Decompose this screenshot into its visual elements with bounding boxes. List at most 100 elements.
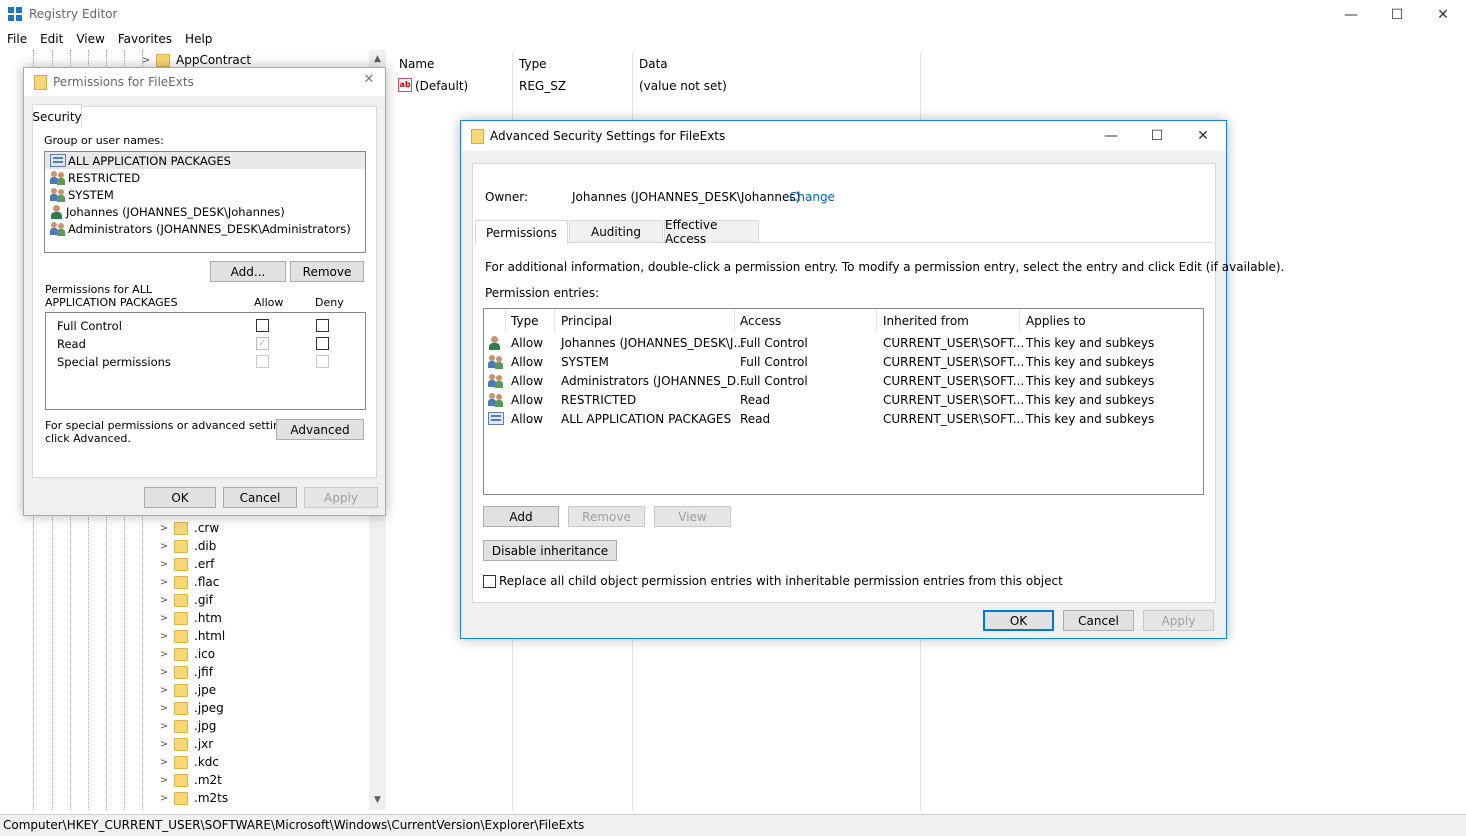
deny-checkbox[interactable]: [316, 337, 329, 350]
tree-item[interactable]: > .html: [158, 627, 228, 645]
tree-item[interactable]: > .jxr: [158, 735, 228, 753]
principal-item[interactable]: Administrators (JOHANNES_DESK\Administra…: [45, 220, 365, 237]
chevron-right-icon[interactable]: >: [158, 703, 170, 714]
chevron-right-icon[interactable]: >: [158, 595, 170, 606]
column-data[interactable]: Data: [639, 57, 668, 71]
maximize-button[interactable]: ☐: [1134, 121, 1180, 151]
chevron-right-icon[interactable]: >: [158, 631, 170, 642]
tree-item[interactable]: > .kdc: [158, 753, 228, 771]
entries-label: Permission entries:: [485, 286, 600, 300]
column-applies-to[interactable]: Applies to: [1026, 314, 1086, 328]
tree-item[interactable]: > .jfif: [158, 663, 228, 681]
cancel-button[interactable]: Cancel: [223, 487, 297, 508]
permission-entry-row[interactable]: Allow Administrators (JOHANNES_D... Full C…: [484, 372, 1202, 391]
minimize-button[interactable]: —: [1328, 0, 1374, 30]
view-entry-button[interactable]: View: [654, 506, 731, 527]
tree-item[interactable]: > .flac: [158, 573, 228, 591]
chevron-right-icon[interactable]: >: [158, 685, 170, 696]
remove-entry-button[interactable]: Remove: [568, 506, 645, 527]
chevron-right-icon[interactable]: >: [158, 739, 170, 750]
menu-favorites[interactable]: Favorites: [118, 30, 179, 50]
entry-access: Full Control: [740, 336, 808, 350]
principal-item[interactable]: Johannes (JOHANNES_DESK\Johannes): [45, 203, 365, 220]
menu-file[interactable]: File: [7, 30, 34, 50]
apply-button[interactable]: Apply: [1143, 610, 1214, 631]
tree-item[interactable]: > .jpeg: [158, 699, 228, 717]
tree-item[interactable]: > .m2ts: [158, 789, 228, 807]
ok-button[interactable]: OK: [983, 610, 1054, 631]
tab-permissions[interactable]: Permissions: [475, 220, 568, 244]
advanced-button[interactable]: Advanced: [276, 419, 364, 440]
column-access[interactable]: Access: [740, 314, 781, 328]
column-name[interactable]: Name: [399, 57, 434, 71]
cancel-button[interactable]: Cancel: [1063, 610, 1134, 631]
tree-item[interactable]: > .dib: [158, 537, 228, 555]
permission-entry-row[interactable]: Allow RESTRICTED Read CURRENT_USER\SOFT... T…: [484, 391, 1202, 410]
tab-auditing[interactable]: Auditing: [569, 220, 663, 242]
chevron-right-icon[interactable]: >: [158, 649, 170, 660]
tree-item[interactable]: > .jpe: [158, 681, 228, 699]
chevron-right-icon[interactable]: >: [158, 775, 170, 786]
principals-items: ALL APPLICATION PACKAGES RESTRICTED SYSTEM…: [45, 152, 365, 237]
chevron-right-icon[interactable]: >: [158, 559, 170, 570]
allow-checkbox[interactable]: [256, 355, 269, 368]
deny-checkbox[interactable]: [316, 319, 329, 332]
chevron-right-icon[interactable]: >: [158, 613, 170, 624]
maximize-button[interactable]: ☐: [1374, 0, 1420, 30]
permission-entry-row[interactable]: Allow Johannes (JOHANNES_DESK\J... Full Co…: [484, 334, 1202, 353]
permission-entry-row[interactable]: Allow ALL APPLICATION PACKAGES Read CURRENT…: [484, 410, 1202, 429]
chevron-right-icon[interactable]: >: [158, 721, 170, 732]
menu-edit[interactable]: Edit: [40, 30, 70, 50]
principal-item[interactable]: RESTRICTED: [45, 169, 365, 186]
chevron-right-icon[interactable]: >: [158, 793, 170, 804]
principals-list[interactable]: ALL APPLICATION PACKAGES RESTRICTED SYSTEM…: [44, 151, 366, 253]
chevron-right-icon[interactable]: >: [158, 667, 170, 678]
tree-item[interactable]: > .jpg: [158, 717, 228, 735]
menu-view[interactable]: View: [76, 30, 111, 50]
allow-checkbox[interactable]: ✓: [256, 337, 269, 350]
chevron-right-icon[interactable]: >: [158, 541, 170, 552]
tree-item[interactable]: > .gif: [158, 591, 228, 609]
replace-child-checkbox[interactable]: [483, 575, 496, 588]
principal-item[interactable]: ALL APPLICATION PACKAGES: [45, 152, 365, 169]
scroll-up-icon[interactable]: ▲: [369, 50, 386, 67]
apply-button[interactable]: Apply: [304, 487, 378, 508]
chevron-right-icon[interactable]: >: [140, 55, 152, 66]
close-button[interactable]: ✕: [1420, 0, 1466, 30]
folder-icon: [156, 53, 170, 67]
value-name[interactable]: (Default): [415, 79, 468, 93]
scroll-down-icon[interactable]: ▼: [369, 791, 386, 808]
tab-effective-access[interactable]: Effective Access: [664, 218, 759, 246]
remove-button[interactable]: Remove: [290, 261, 364, 282]
close-button[interactable]: ✕: [1180, 121, 1226, 151]
column-type[interactable]: Type: [511, 314, 539, 328]
chevron-right-icon[interactable]: >: [158, 523, 170, 534]
ok-button[interactable]: OK: [144, 487, 216, 508]
disable-inheritance-button[interactable]: Disable inheritance: [483, 540, 617, 561]
column-inherited-from[interactable]: Inherited from: [883, 314, 969, 328]
change-owner-link[interactable]: Change: [789, 190, 835, 204]
deny-checkbox[interactable]: [316, 355, 329, 368]
tree-item[interactable]: > .htm: [158, 609, 228, 627]
dialog-close-button[interactable]: ✕: [357, 72, 381, 92]
tree-item[interactable]: > .erf: [158, 555, 228, 573]
tab-divider: [475, 242, 1213, 243]
group-icon: [50, 221, 66, 236]
tree-item[interactable]: > .crw: [158, 519, 228, 537]
menu-help[interactable]: Help: [185, 30, 219, 50]
column-type[interactable]: Type: [519, 57, 547, 71]
chevron-right-icon[interactable]: >: [158, 757, 170, 768]
add-entry-button[interactable]: Add: [483, 506, 559, 527]
permission-entry-row[interactable]: Allow SYSTEM Full Control CURRENT_USER\SOFT…: [484, 353, 1202, 372]
tab-security[interactable]: Security: [32, 104, 82, 128]
allow-checkbox[interactable]: [256, 319, 269, 332]
column-principal[interactable]: Principal: [561, 314, 612, 328]
permission-name: Full Control: [57, 319, 122, 333]
add-button[interactable]: Add...: [210, 261, 286, 282]
permission-entries-list[interactable]: Type Principal Access Inherited from App…: [483, 308, 1204, 495]
minimize-button[interactable]: —: [1088, 121, 1134, 151]
tree-item[interactable]: > .ico: [158, 645, 228, 663]
tree-item[interactable]: > .m2t: [158, 771, 228, 789]
principal-item[interactable]: SYSTEM: [45, 186, 365, 203]
chevron-right-icon[interactable]: >: [158, 577, 170, 588]
